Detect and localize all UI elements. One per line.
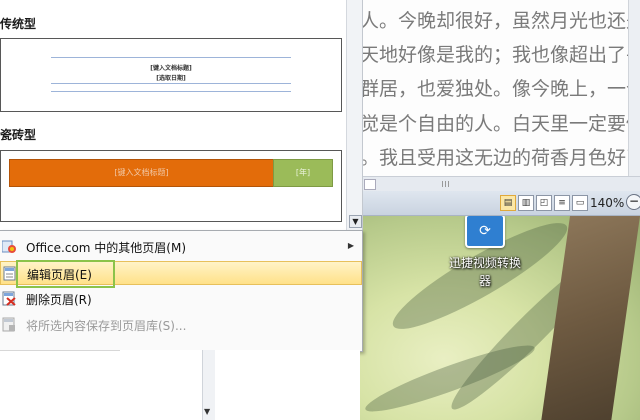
gallery-scrollbar[interactable]: ▼ <box>346 0 362 230</box>
gallery-bottom-scrollbar[interactable]: ▼ <box>202 350 215 420</box>
scroll-down-icon[interactable]: ▼ <box>349 215 362 228</box>
document-line: 。我且受用这无边的荷香月色好了。 <box>360 147 640 169</box>
submenu-arrow-icon: ▶ <box>347 241 354 250</box>
desktop-shortcut[interactable]: ⟳ 迅捷视频转换器 <box>445 214 525 290</box>
document-page[interactable]: 人。今晚却很好，虽然月光也还是淡淡 天地好像是我的；我也像超出了平常 群居，也爱… <box>346 0 640 176</box>
web-layout-view-icon[interactable]: ◰ <box>536 195 552 211</box>
zoom-out-button[interactable]: − <box>626 194 640 210</box>
horizontal-scrollbar[interactable] <box>362 176 640 192</box>
full-screen-reading-view-icon[interactable]: ▥ <box>518 195 534 211</box>
outline-view-icon[interactable]: ≡ <box>554 195 570 211</box>
header-style-tile[interactable]: [键入文档标题] [年] <box>0 150 342 222</box>
menu-item-label: 删除页眉(R) <box>26 293 92 307</box>
draft-view-icon[interactable]: ▭ <box>572 195 588 211</box>
zoom-level[interactable]: 140% <box>590 196 624 210</box>
vertical-scrollbar[interactable] <box>628 0 640 176</box>
menu-item-more-headers[interactable]: Office.com 中的其他页眉(M) ▶ <box>0 235 362 259</box>
scroll-thumb[interactable] <box>364 179 376 190</box>
header-style-traditional[interactable]: [键入文档标题] [选取日期] <box>0 38 342 112</box>
office-online-icon <box>2 240 16 253</box>
thumbnail-year-placeholder: [年] <box>273 159 333 187</box>
gallery-section-title: 瓷砖型 <box>0 128 37 142</box>
gallery-bottom-area: ▼ <box>0 350 216 420</box>
menu-item-remove-header[interactable]: 删除页眉(R) <box>0 287 362 311</box>
document-line: 人。今晚却很好，虽然月光也还是淡淡 <box>360 10 640 32</box>
status-bar: ▤ ▥ ◰ ≡ ▭ 140% − <box>346 191 640 216</box>
remove-header-icon <box>2 291 16 306</box>
menu-item-label: Office.com 中的其他页眉(M) <box>26 241 187 255</box>
save-selection-icon <box>2 317 15 332</box>
gallery-section-title: 传统型 <box>0 17 37 31</box>
document-line: 天地好像是我的；我也像超出了平常 <box>360 44 640 66</box>
print-layout-view-icon[interactable]: ▤ <box>500 195 516 211</box>
blank-panel <box>215 350 360 420</box>
header-gallery: 传统型 [键入文档标题] [选取日期] 瓷砖型 [键入文档标题] [年] ▼ <box>0 0 363 230</box>
document-line: 觉是个自由的人。白天里一定要做的 <box>360 113 640 135</box>
video-converter-icon: ⟳ <box>465 214 505 248</box>
desktop-shortcut-label: 迅捷视频转换器 <box>448 256 521 288</box>
document-line: 群居，也爱独处。像今晚上，一个人 <box>360 78 640 100</box>
thumbnail-title-placeholder: [键入文档标题] <box>150 65 192 72</box>
thumbnail-date-placeholder: [选取日期] <box>156 75 186 82</box>
annotation-highlight-box <box>16 260 115 288</box>
menu-item-label: 将所选内容保存到页眉库(S)... <box>26 319 187 333</box>
thumbnail-title-placeholder: [键入文档标题] <box>9 159 274 187</box>
menu-item-save-to-gallery[interactable]: 将所选内容保存到页眉库(S)... <box>0 313 362 337</box>
scroll-down-icon[interactable]: ▼ <box>204 407 210 416</box>
header-options-menu: Office.com 中的其他页眉(M) ▶ 编辑页眉(E) 删除页眉(R) 将… <box>0 230 363 352</box>
edit-header-icon <box>3 266 16 281</box>
